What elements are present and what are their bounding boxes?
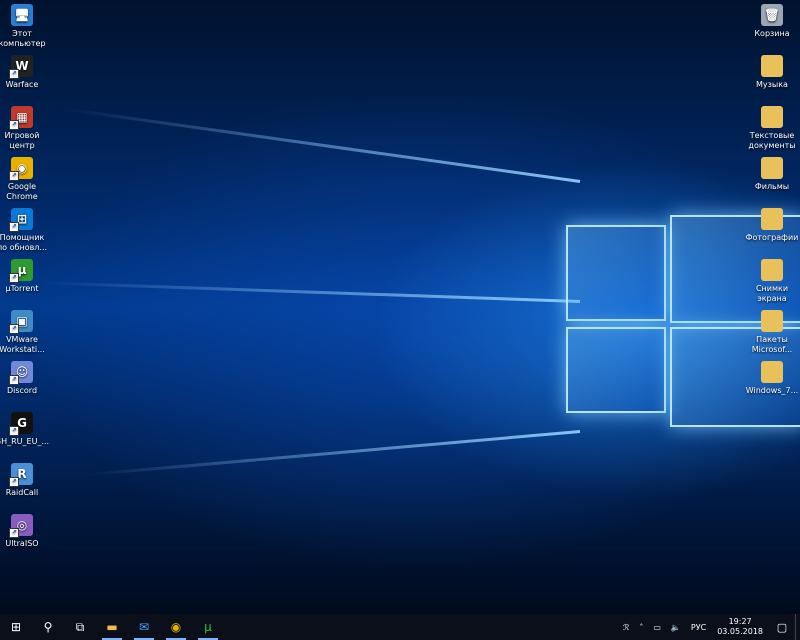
shortcut-arrow-icon: ↗ [9, 171, 19, 181]
light-beam [64, 107, 581, 183]
desktop-shortcut[interactable]: 🖥 Этот компьютер [0, 4, 50, 49]
shortcut-arrow-icon: ↗ [9, 528, 19, 538]
desktop-shortcut[interactable]: Текстовые документы [744, 106, 800, 151]
shortcut-arrow-icon: ↗ [9, 477, 19, 487]
folder-icon [761, 157, 783, 179]
people-icon[interactable]: ℛ [618, 614, 634, 640]
chrome-icon: ◉ ↗ [9, 157, 33, 181]
desktop-shortcut[interactable]: ☺ ↗ Discord [0, 361, 50, 396]
folder-icon [761, 361, 783, 383]
desktop-shortcut-label: VMware Workstati... [0, 335, 45, 354]
desktop-shortcut[interactable]: 🗑 Корзина [744, 4, 800, 39]
system-tray: ℛ ˄ ▭ 🔈 РУС 19:27 03.05.2018 ▢ [618, 614, 800, 640]
gh-icon: G ↗ [9, 412, 33, 436]
windows-logo-pane [566, 327, 666, 413]
desktop-shortcut-label: Этот компьютер [0, 29, 46, 48]
recycle-bin-icon: 🗑 [761, 4, 783, 26]
volume-icon[interactable]: 🔈 [666, 614, 686, 640]
desktop-shortcut[interactable]: µ ↗ µTorrent [0, 259, 50, 294]
windows-update-icon: ⊞ ↗ [9, 208, 33, 232]
desktop-shortcut[interactable]: W ↗ Warface [0, 55, 50, 90]
discord-icon: ☺ ↗ [9, 361, 33, 385]
desktop-shortcut-label: µTorrent [5, 284, 39, 293]
light-beam [81, 430, 581, 477]
desktop-shortcut-label: Warface [5, 80, 39, 89]
desktop-wallpaper [0, 0, 800, 614]
windows-logo-pane [566, 225, 666, 321]
chrome-button[interactable]: ◉ [160, 614, 192, 640]
desktop-shortcut[interactable]: Фотографии [744, 208, 800, 243]
search-button[interactable]: ⚲ [32, 614, 64, 640]
warface-icon: W ↗ [9, 55, 33, 79]
shortcut-arrow-icon: ↗ [9, 222, 19, 232]
utorrent-button[interactable]: µ [192, 614, 224, 640]
network-icon[interactable]: ▭ [648, 614, 666, 640]
game-center-icon: ▦ ↗ [9, 106, 33, 130]
file-explorer-button[interactable]: ▬ [96, 614, 128, 640]
desktop-shortcut[interactable]: ◉ ↗ Google Chrome [0, 157, 50, 202]
taskbar-buttons: ⊞ ⚲ ⧉ ▬ ✉ ◉ µ [0, 614, 224, 640]
task-view-button[interactable]: ⧉ [64, 614, 96, 640]
desktop-shortcut-label: Discord [6, 386, 38, 395]
desktop-shortcut[interactable]: Windows_7... [744, 361, 800, 396]
desktop-shortcut[interactable]: Фильмы [744, 157, 800, 192]
desktop-shortcut-label: Фотографии [745, 233, 799, 242]
folder-icon [761, 55, 783, 77]
desktop-shortcut-label: UltraISO [5, 539, 39, 548]
chevron-up-icon[interactable]: ˄ [634, 614, 648, 640]
shortcut-arrow-icon: ↗ [9, 375, 19, 385]
desktop-shortcut-label: Текстовые документы [748, 131, 796, 150]
taskbar: ⊞ ⚲ ⧉ ▬ ✉ ◉ µ ℛ ˄ ▭ 🔈 РУС 19:27 03.05.2018 ▢ [0, 614, 800, 640]
shortcut-arrow-icon: ↗ [9, 324, 19, 334]
mail-button[interactable]: ✉ [128, 614, 160, 640]
desktop-shortcut-label: Google Chrome [6, 182, 38, 201]
desktop-shortcut-label: Игровой центр [4, 131, 40, 150]
desktop-shortcut[interactable]: ▣ ↗ VMware Workstati... [0, 310, 50, 355]
desktop-shortcut[interactable]: R ↗ RaidCall [0, 463, 50, 498]
desktop-shortcut[interactable]: Музыка [744, 55, 800, 90]
desktop-shortcut[interactable]: ⊞ ↗ Помощник по обновл... [0, 208, 50, 253]
shortcut-arrow-icon: ↗ [9, 120, 19, 130]
desktop-shortcut[interactable]: ◎ ↗ UltraISO [0, 514, 50, 549]
notifications-icon[interactable]: ▢ [769, 614, 795, 640]
light-beam [40, 281, 581, 303]
start-button[interactable]: ⊞ [0, 614, 32, 640]
desktop-shortcut-label: Корзина [754, 29, 790, 38]
language-indicator[interactable]: РУС [686, 614, 711, 640]
folder-icon [761, 310, 783, 332]
desktop-shortcut-label: Фильмы [754, 182, 790, 191]
show-desktop-button[interactable] [795, 614, 800, 640]
desktop-shortcut-label: Помощник по обновл... [0, 233, 48, 252]
desktop-shortcut-label: Пакеты Microsof... [751, 335, 793, 354]
folder-icon [761, 208, 783, 230]
shortcut-arrow-icon: ↗ [9, 69, 19, 79]
folder-icon [761, 259, 783, 281]
desktop-shortcut-label: Музыка [756, 80, 788, 89]
desktop-shortcut[interactable]: G ↗ GH_RU_EU_... [0, 412, 50, 447]
raidcall-icon: R ↗ [9, 463, 33, 487]
shortcut-arrow-icon: ↗ [9, 273, 19, 283]
desktop-shortcut-label: RaidCall [5, 488, 39, 497]
desktop-shortcut-label: Снимки экрана [755, 284, 789, 303]
desktop-shortcut[interactable]: Снимки экрана [744, 259, 800, 304]
desktop-shortcut[interactable]: Пакеты Microsof... [744, 310, 800, 355]
clock[interactable]: 19:27 03.05.2018 [711, 617, 769, 637]
desktop-shortcut[interactable]: ▦ ↗ Игровой центр [0, 106, 50, 151]
ultraiso-icon: ◎ ↗ [9, 514, 33, 538]
utorrent-icon: µ ↗ [9, 259, 33, 283]
computer-icon: 🖥 [11, 4, 33, 26]
folder-icon [761, 106, 783, 128]
shortcut-arrow-icon: ↗ [9, 426, 19, 436]
clock-time: 19:27 [728, 617, 752, 626]
clock-date: 03.05.2018 [717, 627, 763, 636]
vmware-icon: ▣ ↗ [9, 310, 33, 334]
desktop-shortcut-label: Windows_7... [745, 386, 799, 395]
desktop-shortcut-label: GH_RU_EU_... [0, 437, 50, 446]
